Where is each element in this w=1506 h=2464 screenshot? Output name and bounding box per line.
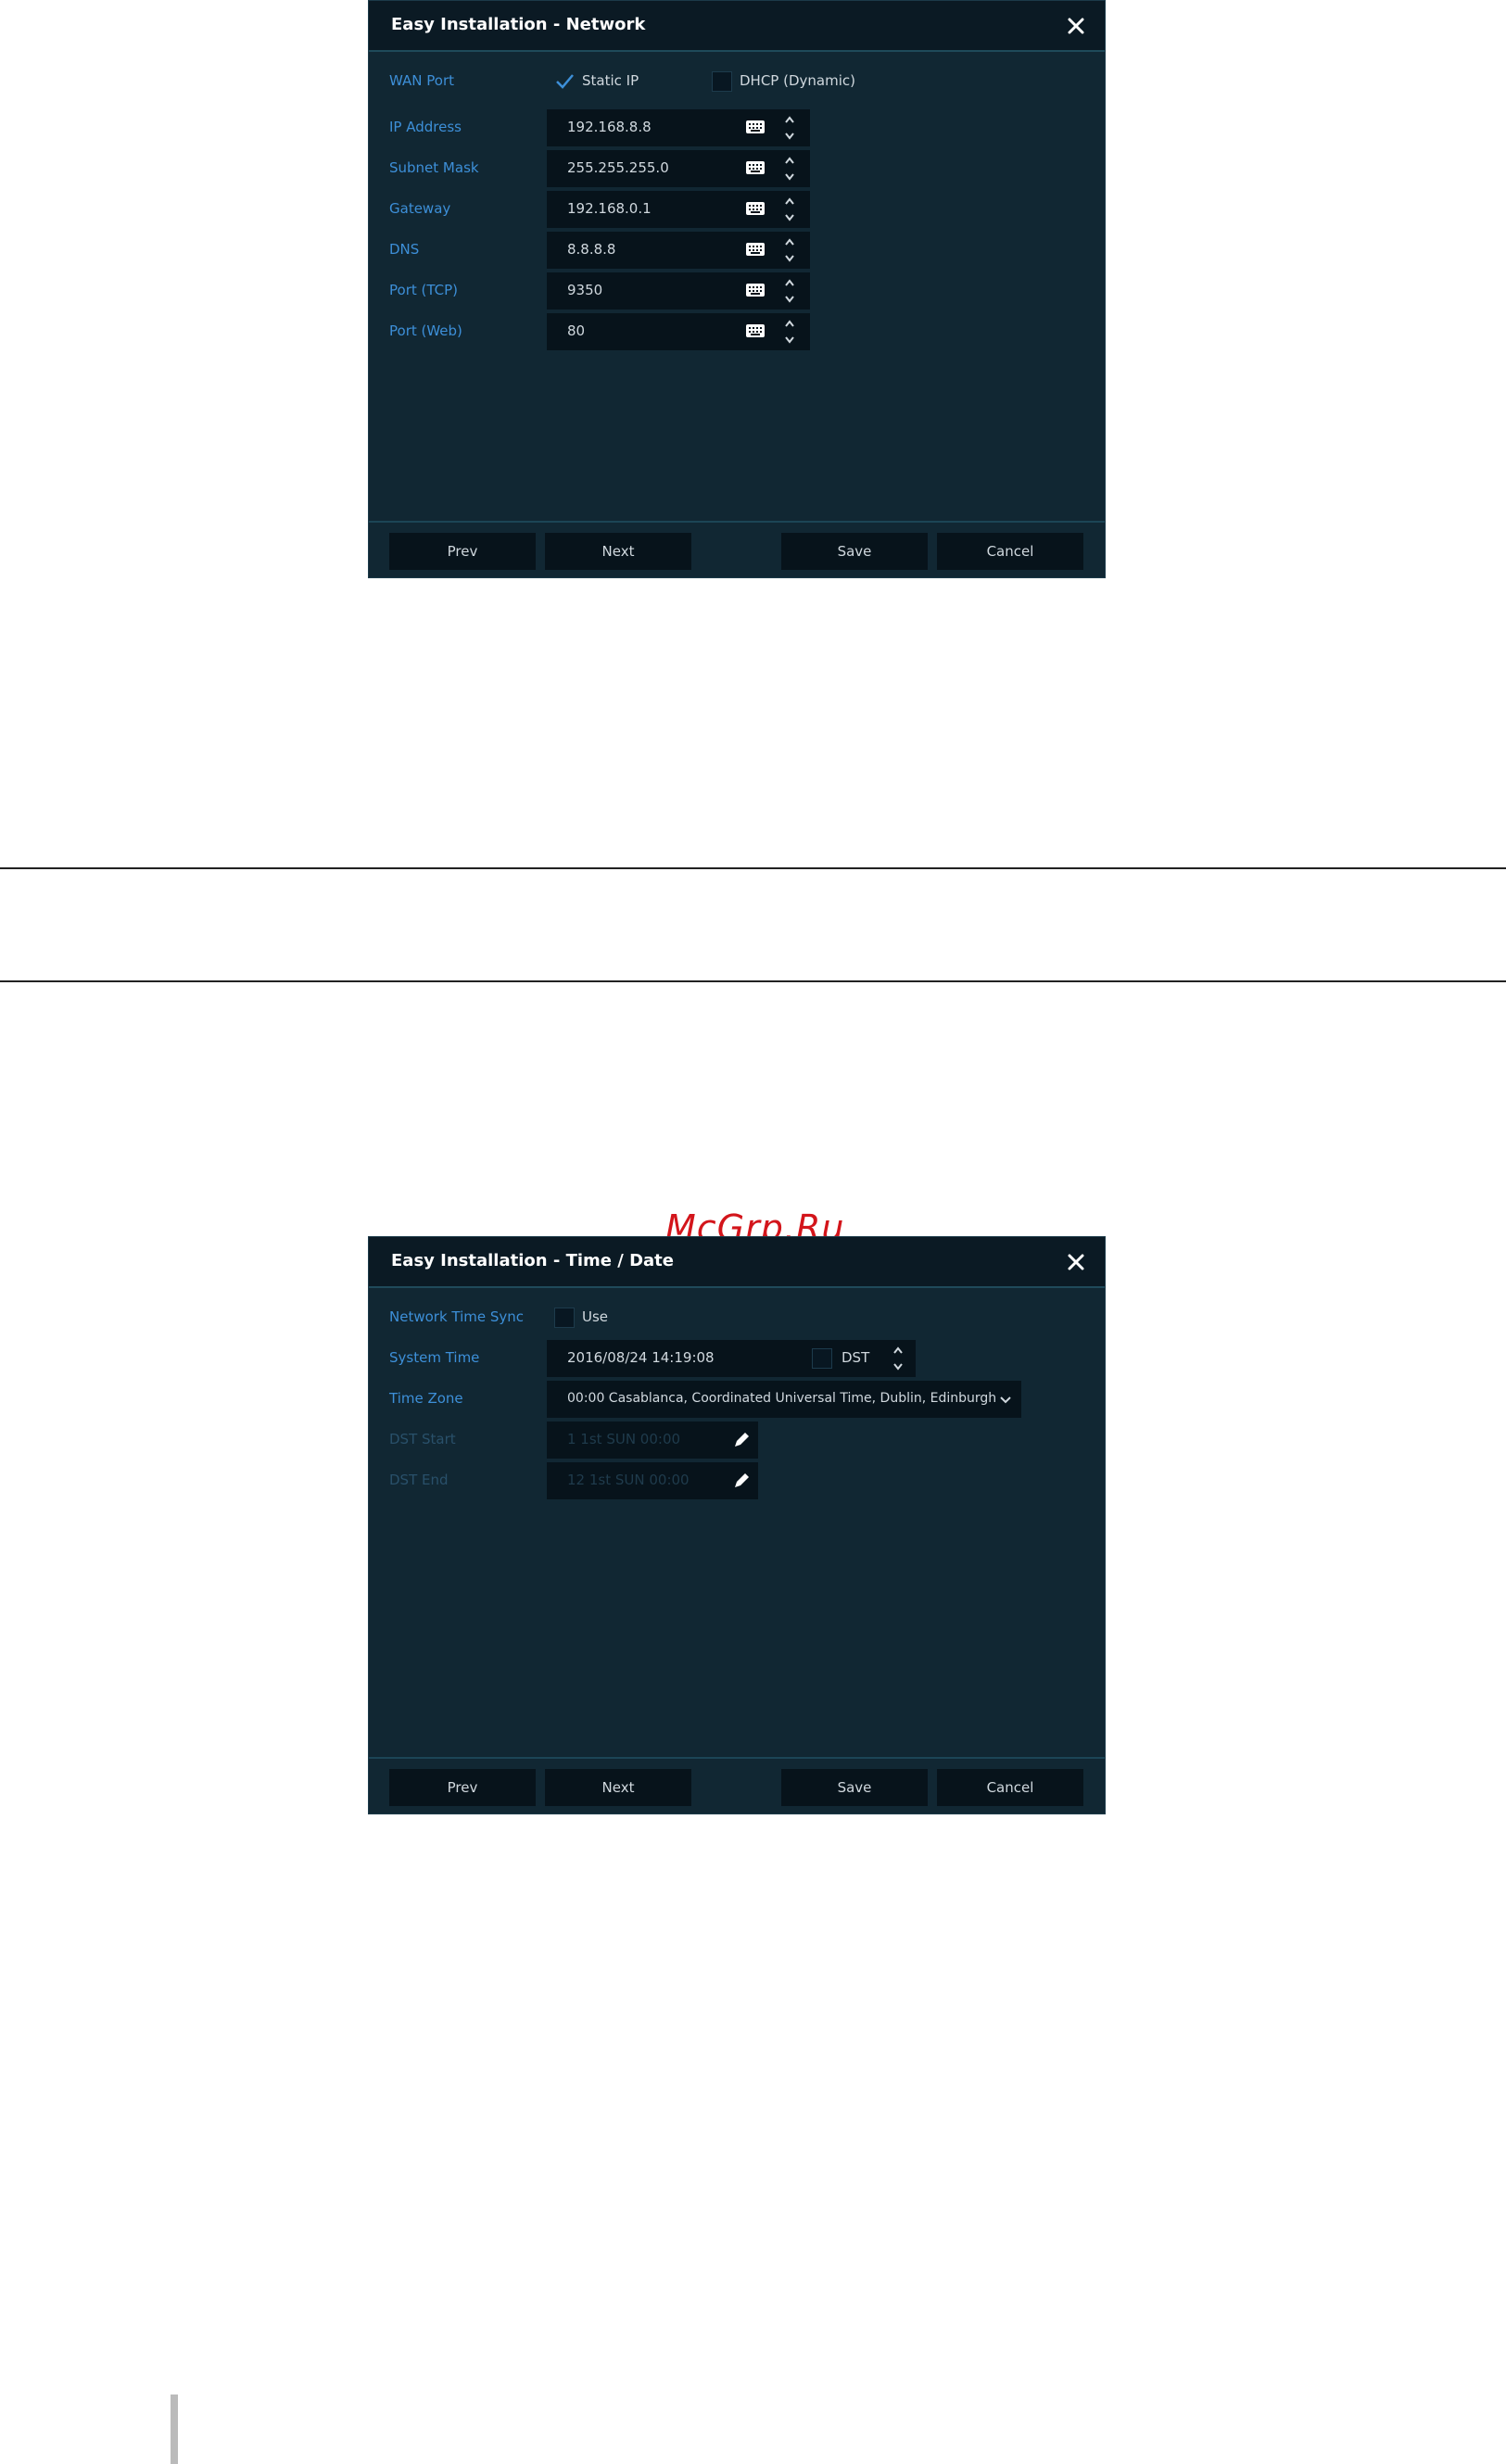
dhcp-label: DHCP (Dynamic) — [740, 72, 855, 89]
network-field-row: Subnet Mask 255.255.255.0 — [369, 150, 1105, 187]
next-button[interactable]: Next — [545, 533, 691, 570]
close-icon[interactable] — [1064, 1250, 1088, 1274]
time-dialog-titlebar: Easy Installation - Time / Date — [369, 1237, 1105, 1288]
time-dialog-title: Easy Installation - Time / Date — [391, 1251, 674, 1270]
keyboard-icon[interactable] — [745, 201, 766, 216]
ip-input-field[interactable]: 8.8.8.8 — [547, 232, 810, 269]
field-value: 192.168.8.8 — [567, 119, 652, 135]
dst-end-label: DST End — [389, 1472, 449, 1488]
field-label: Subnet Mask — [389, 159, 479, 176]
footer-divider — [369, 1757, 1105, 1759]
use-checkbox[interactable] — [554, 1308, 575, 1328]
time-date-dialog: Easy Installation - Time / Date Network … — [368, 1236, 1106, 1814]
keyboard-icon[interactable] — [745, 120, 766, 134]
network-dialog: Easy Installation - Network WAN Port Sta… — [368, 0, 1106, 578]
save-button[interactable]: Save — [781, 1769, 928, 1806]
chevron-down-icon — [1000, 1396, 1011, 1404]
divider-line-bottom — [0, 980, 1506, 982]
keyboard-icon[interactable] — [745, 283, 766, 297]
time-zone-row: Time Zone 00:00 Casablanca, Coordinated … — [369, 1381, 1105, 1418]
dst-start-label: DST Start — [389, 1431, 456, 1447]
ip-input-field[interactable]: 9350 — [547, 272, 810, 310]
next-button[interactable]: Next — [545, 1769, 691, 1806]
field-label: DNS — [389, 241, 420, 258]
time-zone-select[interactable]: 00:00 Casablanca, Coordinated Universal … — [547, 1381, 1021, 1418]
dst-start-value: 1 1st SUN 00:00 — [567, 1431, 681, 1447]
network-dialog-title: Easy Installation - Network — [391, 15, 646, 34]
keyboard-icon[interactable] — [745, 323, 766, 338]
network-time-sync-label: Network Time Sync — [389, 1308, 525, 1325]
divider-line-top — [0, 867, 1506, 869]
spinner-icon[interactable] — [784, 195, 795, 224]
ip-input-field[interactable]: 80 — [547, 313, 810, 350]
network-dialog-titlebar: Easy Installation - Network — [369, 1, 1105, 52]
page-edge-marker — [171, 2395, 178, 2464]
time-zone-label: Time Zone — [389, 1390, 463, 1407]
field-value: 9350 — [567, 282, 603, 298]
network-field-row: Port (Web) 80 — [369, 313, 1105, 350]
spinner-icon[interactable] — [784, 113, 795, 143]
prev-button[interactable]: Prev — [389, 533, 536, 570]
static-ip-label: Static IP — [582, 72, 639, 89]
ip-input-field[interactable]: 255.255.255.0 — [547, 150, 810, 187]
check-icon — [556, 74, 574, 89]
system-time-label: System Time — [389, 1349, 480, 1366]
network-field-row: Gateway 192.168.0.1 — [369, 191, 1105, 228]
system-time-value: 2016/08/24 14:19:08 — [567, 1349, 715, 1366]
wan-port-row: WAN Port Static IP DHCP (Dynamic) — [369, 63, 1105, 100]
dst-start-field: 1 1st SUN 00:00 — [547, 1422, 758, 1459]
wan-port-label: WAN Port — [389, 72, 454, 89]
field-value: 192.168.0.1 — [567, 200, 652, 217]
dst-start-row: DST Start 1 1st SUN 00:00 — [369, 1422, 1105, 1459]
prev-button[interactable]: Prev — [389, 1769, 536, 1806]
cancel-button[interactable]: Cancel — [937, 1769, 1083, 1806]
field-value: 255.255.255.0 — [567, 159, 669, 176]
ip-input-field[interactable]: 192.168.8.8 — [547, 109, 810, 146]
field-label: Gateway — [389, 200, 451, 217]
footer-divider — [369, 521, 1105, 523]
dst-label: DST — [842, 1349, 870, 1366]
save-button[interactable]: Save — [781, 533, 928, 570]
static-ip-checkbox[interactable] — [554, 71, 575, 92]
spinner-icon[interactable] — [784, 276, 795, 306]
network-time-sync-row: Network Time Sync Use — [369, 1299, 1105, 1336]
spinner-icon[interactable] — [892, 1344, 904, 1373]
field-value: 80 — [567, 322, 586, 339]
pencil-icon[interactable] — [732, 1431, 751, 1449]
spinner-icon[interactable] — [784, 235, 795, 265]
field-label: Port (TCP) — [389, 282, 459, 298]
dst-end-field: 12 1st SUN 00:00 — [547, 1462, 758, 1499]
system-time-field[interactable]: 2016/08/24 14:19:08 DST — [547, 1340, 916, 1377]
network-field-row: Port (TCP) 9350 — [369, 272, 1105, 310]
pencil-icon[interactable] — [732, 1472, 751, 1490]
time-zone-value: 00:00 Casablanca, Coordinated Universal … — [567, 1391, 997, 1406]
field-label: Port (Web) — [389, 322, 462, 339]
network-field-row: IP Address 192.168.8.8 — [369, 109, 1105, 146]
close-icon[interactable] — [1064, 14, 1088, 38]
ip-input-field[interactable]: 192.168.0.1 — [547, 191, 810, 228]
field-value: 8.8.8.8 — [567, 241, 616, 258]
dhcp-checkbox[interactable] — [712, 71, 732, 92]
field-label: IP Address — [389, 119, 462, 135]
cancel-button[interactable]: Cancel — [937, 533, 1083, 570]
keyboard-icon[interactable] — [745, 242, 766, 257]
dst-end-value: 12 1st SUN 00:00 — [567, 1472, 690, 1488]
network-field-row: DNS 8.8.8.8 — [369, 232, 1105, 269]
keyboard-icon[interactable] — [745, 160, 766, 175]
dst-end-row: DST End 12 1st SUN 00:00 — [369, 1462, 1105, 1499]
system-time-row: System Time 2016/08/24 14:19:08 DST — [369, 1340, 1105, 1377]
spinner-icon[interactable] — [784, 317, 795, 347]
spinner-icon[interactable] — [784, 154, 795, 183]
dst-checkbox[interactable] — [812, 1348, 832, 1369]
use-label: Use — [582, 1308, 609, 1325]
